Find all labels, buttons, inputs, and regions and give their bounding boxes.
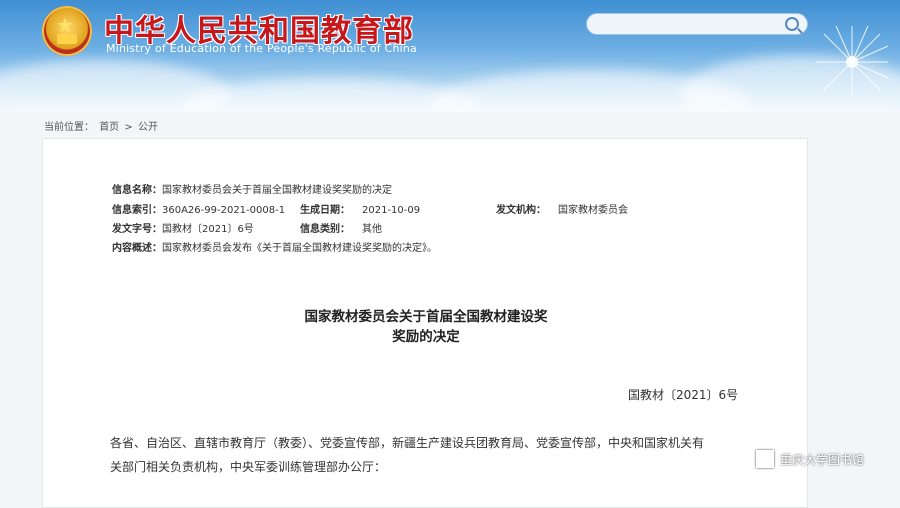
meta-row-category: 信息类别： 其他: [300, 220, 382, 235]
breadcrumb-public-link[interactable]: 公开: [138, 122, 158, 133]
site-header: ★ 中华人民共和国教育部 Ministry of Education of th…: [0, 0, 900, 112]
meta-date-label: 生成日期：: [300, 205, 350, 216]
meta-index-value: 360A26-99-2021-0008-1: [162, 205, 286, 216]
document-title-line1: 国家教材委员会关于首届全国教材建设奖: [304, 309, 548, 325]
search-input[interactable]: [597, 16, 781, 36]
breadcrumb: 当前位置： 首页 > 公开: [44, 118, 160, 133]
meta-date-value: 2021-10-09: [362, 205, 421, 216]
search-box[interactable]: [586, 13, 808, 36]
meta-summary-value: 国家教材委员会发布《关于首届全国教材建设奖奖励的决定》。: [162, 243, 437, 254]
library-logo-icon: [756, 450, 774, 468]
document-number: 国教材〔2021〕6号: [628, 388, 739, 402]
meta-category-label: 信息类别：: [300, 224, 350, 235]
body-paragraph-line2: 关部门相关负责机构，中央军委训练管理部办公厅：: [110, 460, 387, 474]
breadcrumb-label: 当前位置：: [44, 122, 94, 133]
meta-docno-value: 国教材〔2021〕6号: [162, 224, 254, 235]
site-subtitle: Ministry of Education of the People's Re…: [106, 42, 417, 55]
meta-row-index: 信息索引：360A26-99-2021-0008-1: [112, 201, 285, 216]
breadcrumb-separator: >: [124, 122, 133, 133]
meta-row-summary: 内容概述：国家教材委员会发布《关于首届全国教材建设奖奖励的决定》。: [112, 239, 437, 254]
meta-org-value: 国家教材委员会: [558, 205, 628, 216]
body-paragraph-line1: 各省、自治区、直辖市教育厅（教委）、党委宣传部，新疆生产建设兵团教育局、党委宣传…: [110, 436, 705, 450]
meta-row-docno: 发文字号：国教材〔2021〕6号: [112, 220, 254, 235]
meta-category-value: 其他: [362, 224, 382, 235]
meta-summary-label: 内容概述：: [112, 243, 162, 254]
meta-org-label: 发文机构：: [496, 205, 546, 216]
breadcrumb-home-link[interactable]: 首页: [99, 122, 119, 133]
meta-name-label: 信息名称：: [112, 185, 162, 196]
meta-row-org: 发文机构： 国家教材委员会: [496, 201, 628, 216]
meta-docno-label: 发文字号：: [112, 224, 162, 235]
library-watermark: 重庆大学图书馆: [756, 450, 864, 468]
watermark-text: 重庆大学图书馆: [780, 452, 865, 467]
meta-name-value: 国家教材委员会关于首届全国教材建设奖奖励的决定: [162, 185, 392, 196]
meta-row-name: 信息名称：国家教材委员会关于首届全国教材建设奖奖励的决定: [112, 181, 392, 196]
meta-index-label: 信息索引：: [112, 205, 162, 216]
document-title-line2: 奖励的决定: [392, 329, 460, 345]
national-emblem-icon[interactable]: ★: [42, 6, 92, 56]
search-icon[interactable]: [785, 17, 799, 31]
dandelion-icon: [816, 25, 889, 98]
meta-row-date: 生成日期： 2021-10-09: [300, 201, 420, 216]
